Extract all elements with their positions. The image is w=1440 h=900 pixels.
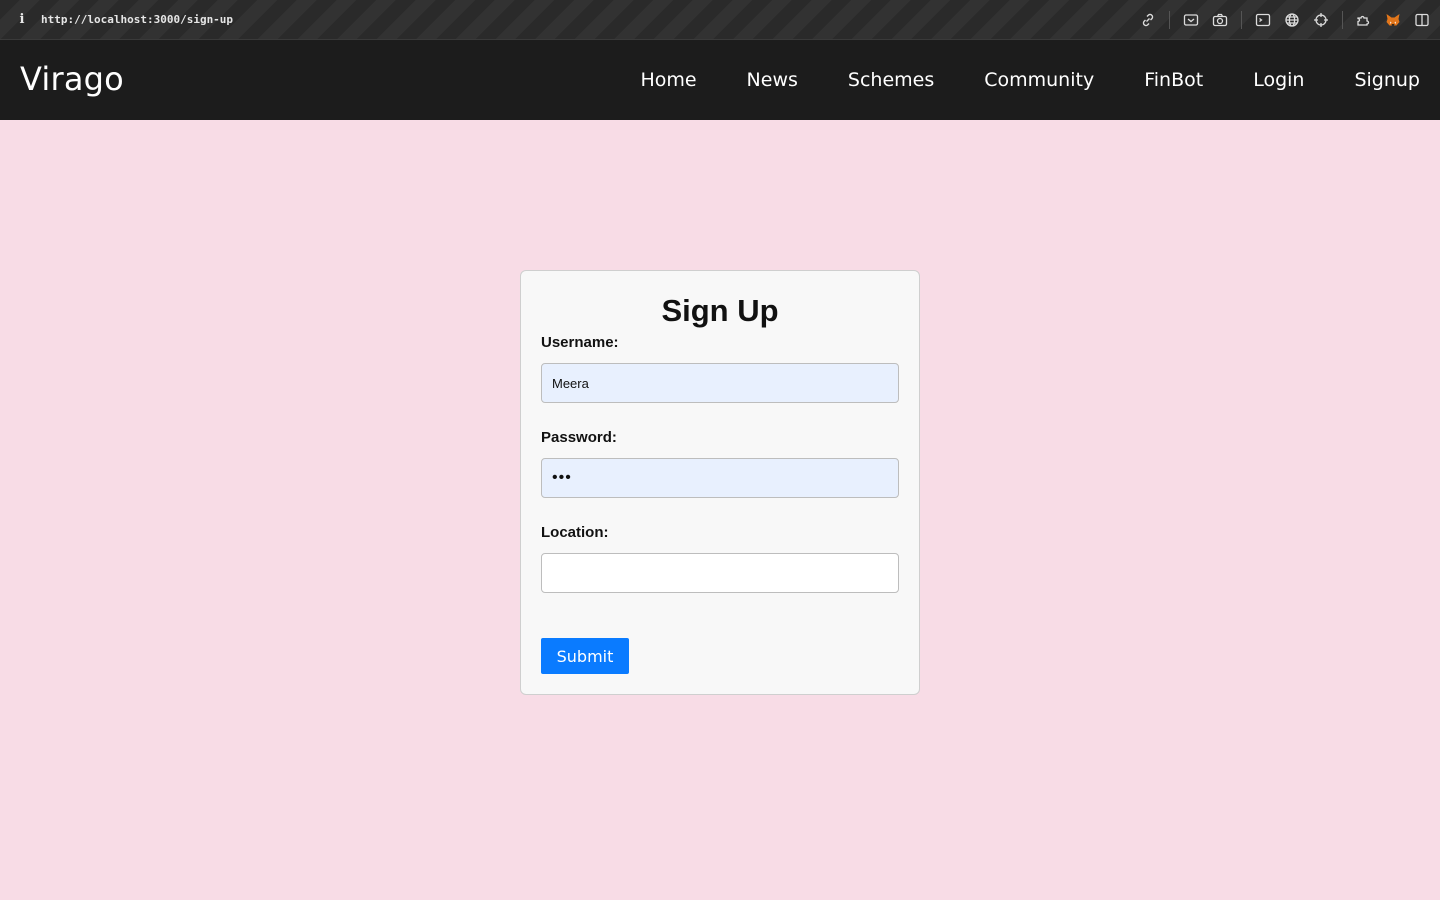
nav-link-community[interactable]: Community	[984, 69, 1094, 91]
password-label: Password:	[541, 429, 617, 446]
camera-icon[interactable]	[1212, 12, 1228, 28]
submit-button[interactable]: Submit	[541, 638, 629, 674]
globe-icon[interactable]	[1284, 12, 1300, 28]
metamask-fox-icon[interactable]	[1385, 12, 1401, 28]
sidebar-icon[interactable]	[1414, 12, 1430, 28]
crosshair-icon[interactable]	[1313, 12, 1329, 28]
nav-link-schemes[interactable]: Schemes	[848, 69, 934, 91]
link-icon[interactable]	[1140, 12, 1156, 28]
toolbar-divider	[1342, 11, 1343, 29]
nav-link-home[interactable]: Home	[640, 69, 696, 91]
toolbar-divider	[1169, 11, 1170, 29]
nav-link-finbot[interactable]: FinBot	[1144, 69, 1203, 91]
site-info-icon[interactable]: i	[16, 12, 28, 28]
location-label: Location:	[541, 524, 609, 541]
browser-tools	[1127, 0, 1430, 40]
signup-form: Sign Up Username: Password: Location: Su…	[520, 270, 920, 695]
nav-link-login[interactable]: Login	[1253, 69, 1304, 91]
address-bar[interactable]: http://localhost:3000/sign-up	[41, 13, 233, 26]
brand-logo[interactable]: Virago	[20, 60, 124, 98]
terminal-icon[interactable]	[1255, 12, 1271, 28]
password-input[interactable]	[541, 458, 899, 498]
nav-link-news[interactable]: News	[747, 69, 798, 91]
username-label: Username:	[541, 334, 619, 351]
form-title: Sign Up	[661, 293, 779, 328]
screencast-icon[interactable]	[1183, 12, 1199, 28]
browser-toolbar: i http://localhost:3000/sign-up	[0, 0, 1440, 40]
site-navbar: Virago Home News Schemes Community FinBo…	[0, 40, 1440, 120]
nav-links: Home News Schemes Community FinBot Login…	[590, 40, 1420, 120]
nav-link-signup[interactable]: Signup	[1354, 69, 1420, 91]
toolbar-divider	[1241, 11, 1242, 29]
extensions-icon[interactable]	[1356, 12, 1372, 28]
username-input[interactable]	[541, 363, 899, 403]
location-input[interactable]	[541, 553, 899, 593]
